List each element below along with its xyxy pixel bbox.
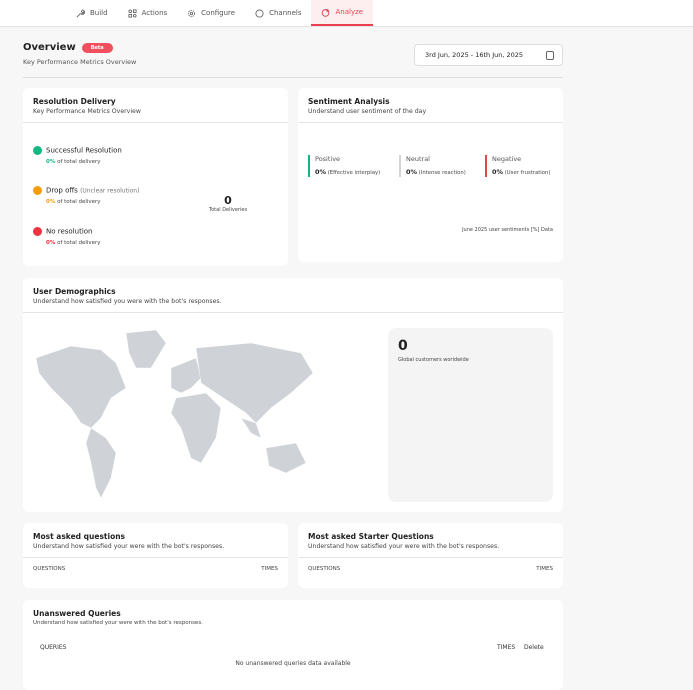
date-range-value: 3rd Jun, 2025 - 16th Jun, 2025 (425, 51, 524, 59)
sentiment-analysis-card: Sentiment Analysis Understand user senti… (298, 88, 563, 262)
card-subtitle: Understand how satisfied your were with … (33, 620, 203, 626)
wrench-icon (76, 8, 85, 17)
card-subtitle: Understand how satisfied your were with … (308, 543, 500, 550)
resolution-delivery-card: Resolution Delivery Key Performance Metr… (23, 88, 288, 266)
global-customers-panel: 0 Global customers worldwide (388, 328, 553, 502)
starter-questions-card: Most asked Starter Questions Understand … (298, 523, 563, 588)
page-title: Overview (23, 42, 76, 53)
tab-label: Actions (141, 9, 168, 17)
table-header: QUESTIONS TIMES (33, 566, 278, 572)
empty-state: No unanswered queries data available (235, 660, 351, 667)
tab-actions[interactable]: Actions (118, 0, 178, 26)
world-map (35, 329, 313, 499)
no-resolution: No resolution 0% of total delivery (33, 227, 101, 246)
col-delete: Delete (524, 644, 544, 651)
card-title: Most asked questions (33, 532, 126, 541)
unanswered-queries-card: Unanswered Queries Understand how satisf… (23, 600, 563, 690)
drop-offs: Drop offs (Unclear resolution) 0% of tota… (33, 186, 139, 205)
card-title: Unanswered Queries (33, 609, 121, 618)
tab-label: Configure (201, 9, 236, 17)
top-nav: Build Actions Configure Channels Analyze (0, 0, 693, 27)
tab-label: Build (90, 9, 108, 17)
card-title: User Demographics (33, 287, 116, 296)
card-title: Sentiment Analysis (308, 97, 390, 106)
beta-badge: Beta (81, 42, 113, 53)
actions-icon (128, 8, 137, 18)
user-demographics-card: User Demographics Understand how satisfi… (23, 278, 563, 512)
card-subtitle: Understand how satisfied your were with … (33, 543, 225, 550)
card-subtitle: Key Performance Metrics Overview (33, 108, 141, 115)
col-queries: QUERIES (40, 644, 67, 651)
most-asked-questions-card: Most asked questions Understand how sati… (23, 523, 288, 588)
tab-label: Channels (269, 9, 302, 17)
card-subtitle: Understand user sentiment of the day (308, 108, 427, 115)
successful-resolution: Successful Resolution 0% of total deliver… (33, 146, 122, 165)
card-title: Resolution Delivery (33, 97, 116, 106)
table-header: QUESTIONS TIMES (308, 566, 553, 572)
customer-count-label: Global customers worldwide (398, 357, 469, 363)
sentiment-positive: Positive 0% (Effective interplay) (308, 155, 380, 177)
overview-header: Overview Beta Key Performance Metrics Ove… (23, 42, 563, 66)
col-times: TIMES (497, 644, 516, 651)
sentiment-neutral: Neutral 0% (Intense reaction) (399, 155, 466, 177)
card-title: Most asked Starter Questions (308, 532, 434, 541)
sentiment-footer: June 2025 user sentiments [%] Data (462, 227, 553, 233)
tab-build[interactable]: Build (66, 0, 118, 26)
orange-dot-icon (33, 186, 42, 195)
green-dot-icon (33, 146, 42, 155)
customer-count: 0 (398, 338, 408, 354)
red-dot-icon (33, 227, 42, 236)
tab-label: Analyze (335, 8, 364, 16)
tab-configure[interactable]: Configure (177, 0, 245, 26)
pie-chart-icon (322, 8, 330, 17)
calendar-icon (546, 51, 554, 60)
divider (23, 77, 563, 78)
gear-icon (188, 9, 196, 17)
chat-icon (255, 8, 264, 18)
card-subtitle: Understand how satisfied you were with t… (33, 298, 222, 305)
sentiment-negative: Negative 0% (User frustration) (485, 155, 550, 177)
tab-channels[interactable]: Channels (245, 0, 311, 26)
tab-analyze[interactable]: Analyze (311, 0, 374, 26)
total-deliveries: 0 Total Deliveries (208, 194, 248, 213)
date-range-picker[interactable]: 3rd Jun, 2025 - 16th Jun, 2025 (414, 44, 563, 66)
